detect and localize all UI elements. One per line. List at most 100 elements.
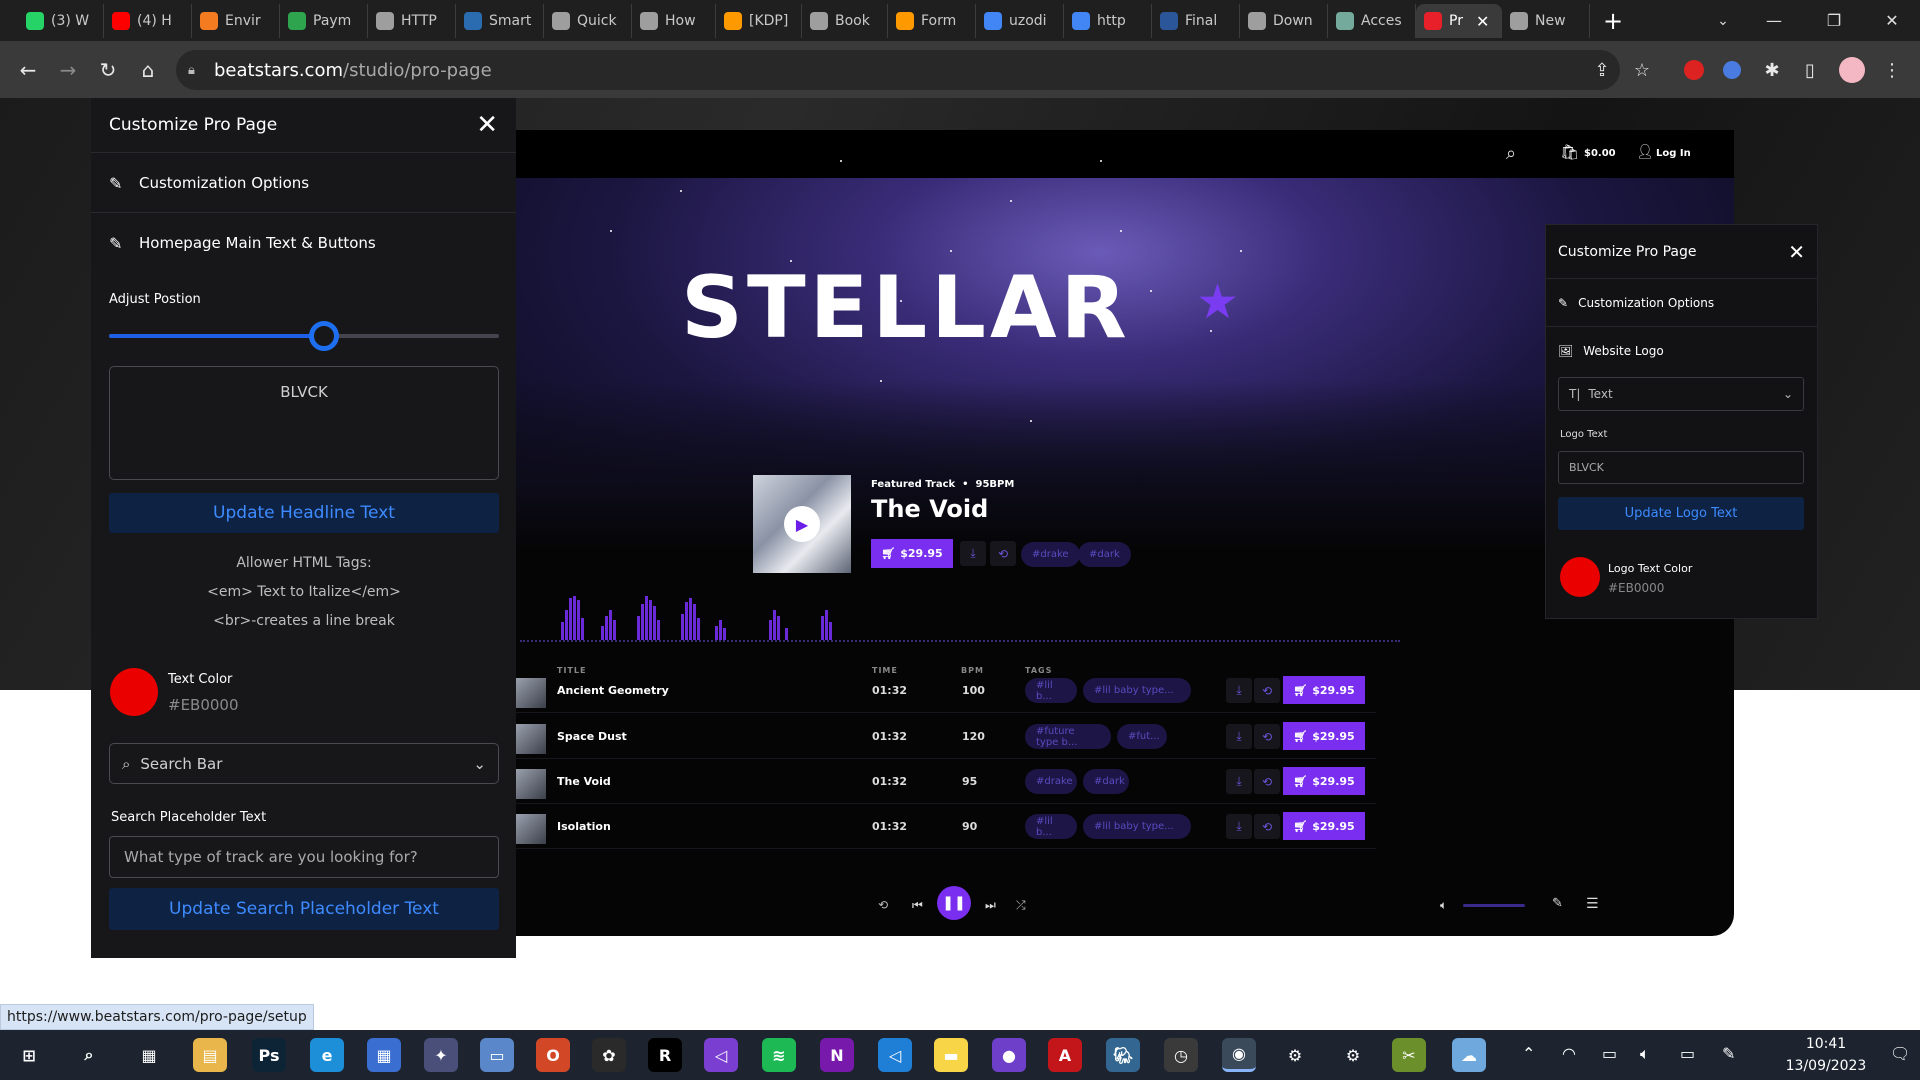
app-icon[interactable]: ✦ <box>424 1038 458 1072</box>
queue-list-icon[interactable]: ☰ <box>1586 896 1599 912</box>
track-tag[interactable]: #future type b... <box>1025 724 1111 749</box>
share-icon[interactable]: ⇪ <box>1588 56 1616 84</box>
back-button[interactable]: ← <box>12 54 44 86</box>
visual-studio-icon[interactable]: ◁ <box>704 1038 738 1072</box>
track-buy-button[interactable]: 🛒︎ $29.95 <box>1283 812 1365 840</box>
chrome-icon[interactable]: ◉ <box>1222 1038 1256 1072</box>
volume-tray-icon[interactable]: 🔈︎ <box>1640 1044 1650 1064</box>
position-slider-thumb[interactable] <box>309 321 339 351</box>
maximize-button[interactable]: ❐ <box>1806 0 1862 40</box>
browser-tab[interactable]: New <box>1502 4 1590 38</box>
close-icon[interactable]: ✕ <box>476 110 498 140</box>
logo-type-select[interactable]: T| Text ⌄ <box>1558 377 1804 411</box>
file-explorer-icon[interactable]: ▤ <box>193 1038 227 1072</box>
track-thumbnail[interactable] <box>516 724 546 754</box>
browser-tab[interactable]: [KDP] <box>716 4 802 38</box>
wifi-icon[interactable]: ◠ <box>1562 1044 1576 1063</box>
forward-button[interactable]: → <box>52 54 84 86</box>
vscode-icon[interactable]: ◁ <box>878 1038 912 1072</box>
browser-tab[interactable]: uzodi <box>976 4 1064 38</box>
preview-website-logo[interactable]: 🖼︎ Website Logo <box>1546 327 1817 375</box>
track-download-icon[interactable]: ⤓ <box>1226 769 1252 794</box>
volume-slider[interactable] <box>1463 904 1525 907</box>
edge-icon[interactable]: e <box>310 1038 344 1072</box>
track-download-icon[interactable]: ⤓ <box>1226 678 1252 703</box>
track-share-icon[interactable]: ⟲ <box>1254 724 1280 749</box>
customization-options-item[interactable]: ✎ Customization Options <box>91 153 516 213</box>
chrome-menu-icon[interactable]: ⋮ <box>1878 56 1906 84</box>
featured-play-icon[interactable]: ▶ <box>784 506 820 542</box>
display-icon[interactable]: ▭ <box>1602 1044 1617 1063</box>
minimize-button[interactable]: — <box>1746 0 1802 40</box>
queue-edit-icon[interactable]: ✎ <box>1552 896 1563 911</box>
track-buy-button[interactable]: 🛒︎ $29.95 <box>1283 676 1365 704</box>
tray-chevron-icon[interactable]: ⌃ <box>1522 1044 1535 1063</box>
new-tab-button[interactable]: + <box>1598 6 1628 36</box>
browser-tab[interactable]: Down <box>1240 4 1328 38</box>
browser-tab[interactable]: (3) W <box>18 4 104 38</box>
tab-search-icon[interactable]: ⌄ <box>1708 6 1738 36</box>
update-headline-button[interactable]: Update Headline Text <box>109 493 499 533</box>
search-placeholder-input[interactable]: What type of track are you looking for? <box>109 836 499 878</box>
logo-color-swatch[interactable] <box>1560 557 1600 597</box>
track-title[interactable]: The Void <box>557 775 611 788</box>
browser-tab[interactable]: Final <box>1152 4 1240 38</box>
track-share-icon[interactable]: ⟲ <box>1254 678 1280 703</box>
github-icon[interactable]: ● <box>992 1038 1026 1072</box>
update-placeholder-button[interactable]: Update Search Placeholder Text <box>109 888 499 930</box>
browser-tab[interactable]: http <box>1064 4 1152 38</box>
login-link[interactable]: Log In <box>1656 148 1691 159</box>
browser-tab[interactable]: Envir <box>192 4 280 38</box>
figma-icon[interactable]: ✿ <box>592 1038 626 1072</box>
browser-tab[interactable]: Acces <box>1328 4 1416 38</box>
next-icon[interactable]: ⏭︎ <box>985 898 996 913</box>
track-tag[interactable]: #fut... <box>1117 724 1167 749</box>
spotify-icon[interactable]: ≋ <box>762 1038 796 1072</box>
track-tag[interactable]: #lil b... <box>1025 814 1077 839</box>
rider-icon[interactable]: R <box>648 1038 682 1072</box>
track-tag[interactable]: #lil baby type... <box>1083 814 1191 839</box>
track-share-icon[interactable]: ⟲ <box>1254 769 1280 794</box>
search-icon[interactable]: ⌕ <box>72 1038 106 1072</box>
track-tag[interactable]: #lil b... <box>1025 678 1077 703</box>
repeat-icon[interactable]: ⟲ <box>878 898 888 912</box>
acrobat-icon[interactable]: A <box>1048 1038 1082 1072</box>
track-thumbnail[interactable] <box>516 678 546 708</box>
featured-download-icon[interactable]: ⤓ <box>960 541 986 566</box>
extension-red-icon[interactable] <box>1680 56 1708 84</box>
settings-icon[interactable]: ⚙ <box>1278 1038 1312 1072</box>
battery-icon[interactable]: ▭ <box>1680 1044 1695 1063</box>
close-window-button[interactable]: ✕ <box>1864 0 1920 40</box>
shuffle-icon[interactable]: ⤮ <box>1016 898 1026 913</box>
volume-icon[interactable]: 🔈︎ <box>1440 898 1447 913</box>
extensions-puzzle-icon[interactable]: ✱ <box>1758 56 1786 84</box>
browser-tab[interactable]: Pr ✕ <box>1416 4 1502 38</box>
office-icon[interactable]: O <box>536 1038 570 1072</box>
section-select[interactable]: ⌕ Search Bar ⌄ <box>109 743 499 784</box>
store-icon[interactable]: ▦ <box>367 1038 401 1072</box>
featured-share-icon[interactable]: ⟲ <box>990 541 1016 566</box>
track-download-icon[interactable]: ⤓ <box>1226 724 1252 749</box>
notifications-icon[interactable]: 🗨︎ <box>1890 1044 1910 1063</box>
track-tag[interactable]: #drake <box>1025 769 1077 794</box>
snip-icon[interactable]: ✂ <box>1392 1038 1426 1072</box>
notepad-icon[interactable]: ▭ <box>480 1038 514 1072</box>
close-tab-icon[interactable]: ✕ <box>1476 12 1489 31</box>
browser-tab[interactable]: How <box>632 4 716 38</box>
address-bar[interactable]: 🔒︎ beatstars.com/studio/pro-page <box>176 50 1620 90</box>
onenote-icon[interactable]: N <box>820 1038 854 1072</box>
photoshop-icon[interactable]: Ps <box>252 1038 286 1072</box>
track-tag[interactable]: #lil baby type... <box>1083 678 1191 703</box>
track-title[interactable]: Ancient Geometry <box>557 684 669 697</box>
site-search-icon[interactable]: ⌕ <box>1506 143 1516 164</box>
browser-tab[interactable]: (4) H <box>104 4 192 38</box>
windows-start-icon[interactable]: ⊞ <box>12 1038 46 1072</box>
weather-icon[interactable]: ☁ <box>1452 1038 1486 1072</box>
track-tag[interactable]: #dark <box>1083 769 1129 794</box>
sticky-notes-icon[interactable]: ▬ <box>934 1038 968 1072</box>
track-title[interactable]: Space Dust <box>557 730 627 743</box>
logo-text-input[interactable]: BLVCK <box>1558 451 1804 484</box>
track-buy-button[interactable]: 🛒︎ $29.95 <box>1283 722 1365 750</box>
task-view-icon[interactable]: ▦ <box>132 1038 166 1072</box>
close-icon[interactable]: ✕ <box>1788 240 1805 264</box>
